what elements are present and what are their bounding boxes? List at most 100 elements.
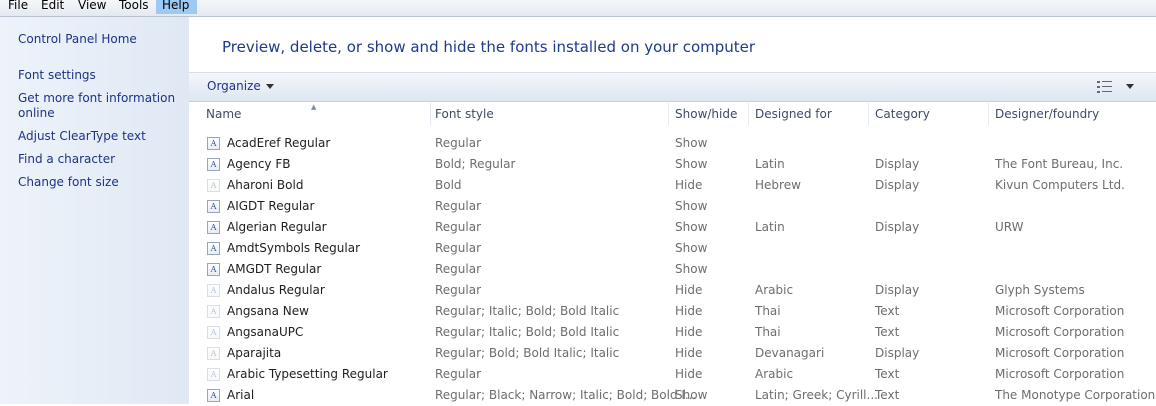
designer: URW (995, 220, 1024, 234)
column-divider[interactable] (430, 103, 431, 125)
font-name: AngsanaUPC (227, 325, 304, 339)
designed-for: Hebrew (755, 178, 801, 192)
font-name: Algerian Regular (227, 220, 327, 234)
column-category[interactable]: Category (875, 107, 930, 121)
show-hide: Hide (675, 283, 703, 297)
column-designer[interactable]: Designer/foundry (995, 107, 1099, 121)
category: Text (875, 325, 900, 339)
menu-edit[interactable]: Edit (35, 0, 70, 14)
page-title: Preview, delete, or show and hide the fo… (222, 38, 756, 56)
designed-for: Arabic (755, 367, 794, 381)
menu-file[interactable]: File (2, 0, 34, 14)
show-hide: Show (675, 241, 708, 255)
font-name: AmdtSymbols Regular (227, 241, 361, 255)
menu-bar: File Edit View Tools Help (0, 0, 1156, 17)
font-style: Bold (435, 178, 462, 192)
font-file-icon: A (207, 326, 220, 339)
font-row[interactable]: A AIGDT Regular Regular Show (189, 196, 1156, 217)
font-name: AMGDT Regular (227, 262, 322, 276)
designed-for: Arabic (755, 283, 794, 297)
chevron-down-icon (265, 84, 274, 89)
column-divider[interactable] (868, 103, 869, 125)
font-style: Bold; Regular (435, 157, 516, 171)
font-file-icon: A (207, 347, 220, 360)
designed-for: Devanagari (755, 346, 825, 360)
font-row[interactable]: A Andalus Regular Regular Hide Arabic Display… (189, 280, 1156, 301)
category: Display (875, 346, 920, 360)
menu-view[interactable]: View (72, 0, 112, 14)
designed-for: Latin (755, 157, 785, 171)
menu-tools[interactable]: Tools (113, 0, 155, 14)
font-style: Regular (435, 199, 482, 213)
column-divider[interactable] (668, 103, 669, 125)
show-hide: Show (675, 388, 708, 402)
font-row[interactable]: A Aharoni Bold Bold Hide Hebrew Display Kivun … (189, 175, 1156, 196)
font-row[interactable]: A AngsanaUPC Regular; Italic; Bold; Bold I… (189, 322, 1156, 343)
font-row[interactable]: A AcadEref Regular Regular Show (189, 133, 1156, 154)
font-name: Arial (227, 388, 255, 402)
font-file-icon: A (207, 389, 220, 402)
font-file-icon: A (207, 284, 220, 297)
font-name: Aharoni Bold (227, 178, 304, 192)
show-hide: Hide (675, 325, 703, 339)
control-panel-home-link[interactable]: Control Panel Home (18, 32, 183, 47)
category: Display (875, 283, 920, 297)
font-row[interactable]: A Angsana New Regular; Italic; Bold; Bold … (189, 301, 1156, 322)
font-style: Regular (435, 241, 482, 255)
organize-button[interactable]: Organize (207, 79, 274, 93)
find-character-link[interactable]: Find a character (18, 152, 183, 167)
show-hide: Show (675, 220, 708, 234)
designer: Kivun Computers Ltd. (995, 178, 1125, 192)
font-name: Angsana New (227, 304, 309, 318)
font-name: Andalus Regular (227, 283, 325, 297)
change-font-size-link[interactable]: Change font size (18, 175, 183, 190)
more-font-info-link[interactable]: Get more font information online (18, 91, 183, 121)
designer: Microsoft Corporation (995, 367, 1125, 381)
column-designed-for[interactable]: Designed for (755, 107, 832, 121)
category: Text (875, 388, 900, 402)
font-file-icon: A (207, 263, 220, 276)
font-style: Regular; Italic; Bold; Bold Italic (435, 325, 620, 339)
font-style: Regular (435, 262, 482, 276)
font-file-icon: A (207, 179, 220, 192)
font-settings-link[interactable]: Font settings (18, 68, 183, 83)
font-row[interactable]: A Agency FB Bold; Regular Show Latin Display T… (189, 154, 1156, 175)
font-row[interactable]: A AMGDT Regular Regular Show (189, 259, 1156, 280)
font-name: AcadEref Regular (227, 136, 331, 150)
show-hide: Show (675, 262, 708, 276)
column-divider[interactable] (988, 103, 989, 125)
show-hide: Show (675, 199, 708, 213)
column-name[interactable]: Name (206, 107, 241, 121)
menu-help[interactable]: Help (156, 0, 197, 14)
column-divider[interactable] (748, 103, 749, 125)
column-show-hide[interactable]: Show/hide (675, 107, 737, 121)
font-row[interactable]: A Aparajita Regular; Bold; Bold Italic; It… (189, 343, 1156, 364)
designer: Microsoft Corporation (995, 346, 1125, 360)
font-file-icon: A (207, 368, 220, 381)
font-file-icon: A (207, 200, 220, 213)
view-options-chevron-icon[interactable] (1126, 84, 1134, 89)
font-row[interactable]: A AmdtSymbols Regular Regular Show (189, 238, 1156, 259)
view-details-icon[interactable] (1097, 81, 1112, 93)
font-name: Arabic Typesetting Regular (227, 367, 388, 381)
font-style: Regular (435, 220, 482, 234)
font-row[interactable]: A Arial Regular; Black; Narrow; Italic; Bo… (189, 385, 1156, 406)
font-style: Regular; Italic; Bold; Bold Italic (435, 304, 620, 318)
column-font-style[interactable]: Font style (435, 107, 494, 121)
designed-for: Thai (755, 304, 781, 318)
designed-for: Latin (755, 220, 785, 234)
designer: The Monotype Corporation (995, 388, 1156, 402)
designed-for: Latin; Greek; Cyrill... (755, 388, 878, 402)
category: Text (875, 367, 900, 381)
font-file-icon: A (207, 158, 220, 171)
category: Display (875, 157, 920, 171)
font-row[interactable]: A Algerian Regular Regular Show Latin Display… (189, 217, 1156, 238)
font-row[interactable]: A Arabic Typesetting Regular Regular Hide Ar… (189, 364, 1156, 385)
main-pane: Preview, delete, or show and hide the fo… (189, 17, 1156, 404)
designer: The Font Bureau, Inc. (995, 157, 1124, 171)
designer: Glyph Systems (995, 283, 1085, 297)
show-hide: Show (675, 157, 708, 171)
cleartype-link[interactable]: Adjust ClearType text (18, 129, 183, 144)
font-name: Agency FB (227, 157, 291, 171)
font-style: Regular; Black; Narrow; Italic; Bold; Bo… (435, 388, 697, 402)
